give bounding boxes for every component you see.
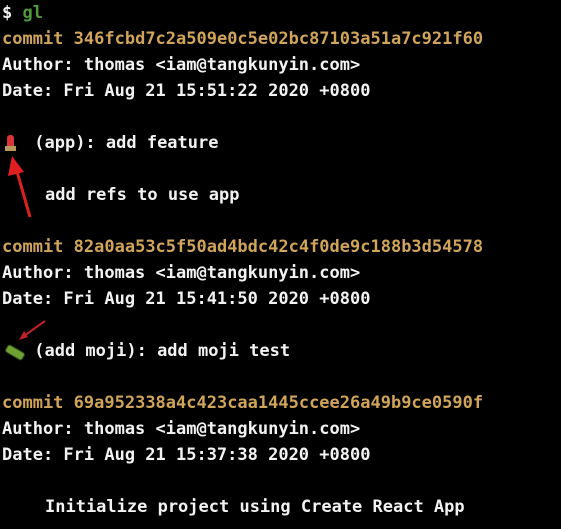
commit-line: commit 69a952338a4c423caa1445ccee26a49b9…	[2, 390, 483, 416]
commit-subject: (add moji): add moji test	[34, 341, 291, 361]
prompt-symbol: $	[2, 3, 13, 23]
commit-hash: 69a952338a4c423caa1445ccee26a49b9ce0590f	[73, 393, 484, 413]
commit-label: commit	[2, 29, 64, 49]
commit-label: commit	[2, 237, 64, 257]
commit-hash: 82a0aa53c5f50ad4bdc42c4f0de9c188b3d54578	[73, 237, 484, 257]
author-line: Author: thomas <iam@tangkunyin.com>	[2, 419, 361, 439]
prompt-line: $ gl	[2, 0, 483, 26]
body-line: Initialize project using Create React Ap…	[45, 497, 465, 517]
bamboo-icon	[2, 341, 26, 362]
commit-subject: (app): add feature	[34, 133, 219, 153]
author-line: Author: thomas <iam@tangkunyin.com>	[2, 263, 361, 283]
date-line: Date: Fri Aug 21 15:37:38 2020 +0800	[2, 445, 371, 465]
subject-line: (app): add feature	[2, 130, 483, 156]
terminal-output: $ gl commit 346fcbd7c2a509e0c5e02bc87103…	[2, 0, 483, 520]
commit-line: commit 346fcbd7c2a509e0c5e02bc87103a51a7…	[2, 26, 483, 52]
commit-line: commit 82a0aa53c5f50ad4bdc42c4f0de9c188b…	[2, 234, 483, 260]
date-line: Date: Fri Aug 21 15:51:22 2020 +0800	[2, 81, 371, 101]
commit-hash: 346fcbd7c2a509e0c5e02bc87103a51a7c921f60	[73, 29, 484, 49]
commit-label: commit	[2, 393, 64, 413]
author-line: Author: thomas <iam@tangkunyin.com>	[2, 55, 361, 75]
subject-line: (add moji): add moji test	[2, 338, 483, 364]
date-line: Date: Fri Aug 21 15:41:50 2020 +0800	[2, 289, 371, 309]
lipstick-icon	[2, 133, 24, 153]
body-line: add refs to use app	[45, 185, 240, 205]
command-text: gl	[22, 3, 43, 23]
